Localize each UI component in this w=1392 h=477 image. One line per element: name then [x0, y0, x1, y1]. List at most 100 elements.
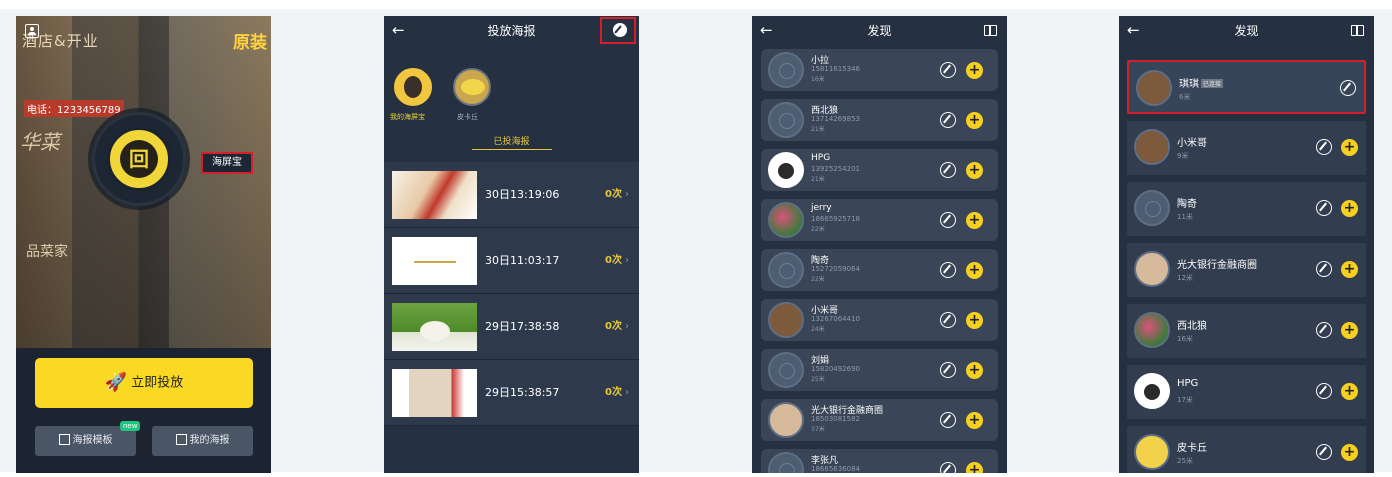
list-item[interactable]: 小米哥 13267064410 24米 +: [761, 299, 998, 341]
device-phone: 18665636084: [811, 465, 860, 473]
avatar-label-mine: 我的海屏宝: [390, 113, 425, 121]
list-item[interactable]: HPG 17米 +: [1127, 365, 1366, 419]
avatar: [1134, 434, 1170, 470]
avatar: [768, 52, 804, 88]
switch-icon[interactable]: [940, 362, 956, 378]
switch-icon[interactable]: [1316, 444, 1332, 460]
add-icon[interactable]: +: [1341, 261, 1358, 278]
list-item[interactable]: 陶奇 15272059064 22米 +: [761, 249, 998, 291]
chevron-right-icon: ›: [625, 387, 629, 398]
top-bar: ← 发现: [752, 16, 1007, 46]
add-icon[interactable]: +: [1341, 200, 1358, 217]
add-icon[interactable]: +: [1341, 322, 1358, 339]
list-item[interactable]: jerry 18665925718 22米 +: [761, 199, 998, 241]
add-icon[interactable]: +: [966, 462, 983, 473]
poster-thumbnail: [392, 171, 477, 219]
avatar: [768, 302, 804, 338]
add-icon[interactable]: +: [966, 412, 983, 429]
device-phone: 15820492690: [811, 365, 860, 373]
add-icon[interactable]: +: [966, 212, 983, 229]
device-name: 皮卡丘: [1177, 443, 1207, 454]
add-icon[interactable]: +: [966, 262, 983, 279]
list-item[interactable]: 30日11:03:17 0次 ›: [384, 228, 639, 294]
my-poster-button[interactable]: 我的海报: [152, 426, 253, 456]
device-distance: 16米: [811, 76, 825, 83]
list-item[interactable]: 29日15:38:57 0次 ›: [384, 360, 639, 426]
list-item[interactable]: 刘娟 15820492690 25米 +: [761, 349, 998, 391]
add-icon[interactable]: +: [1341, 383, 1358, 400]
device-list: 琪琪 已连接 6米 小米哥 9米 + 陶奇 11米 + 光大银行金融商圈 12米 + 西北狼 16…: [1127, 60, 1366, 473]
add-icon[interactable]: +: [966, 112, 983, 129]
device-name: 光大银行金融商圈: [1177, 260, 1257, 271]
switch-icon[interactable]: [940, 112, 956, 128]
avatar: [1134, 373, 1170, 409]
list-item[interactable]: 陶奇 11米 +: [1127, 182, 1366, 236]
phone-discover-screen-2: ← 发现 琪琪 已连接 6米 小米哥 9米 + 陶奇 11米 + 光大银行金融商圈 12米 + …: [1119, 16, 1374, 473]
cast-count-value: 0次: [605, 189, 622, 200]
chevron-right-icon: ›: [625, 255, 629, 266]
add-icon[interactable]: +: [966, 62, 983, 79]
phone-home-screen: 酒店&开业 原装 电话：1233456789 华菜 品菜家 回 海屏宝 🚀 立即投…: [16, 16, 271, 473]
add-icon[interactable]: +: [1341, 139, 1358, 156]
list-item[interactable]: 皮卡丘 25米 +: [1127, 426, 1366, 473]
switch-icon[interactable]: [940, 412, 956, 428]
device-phone: 18665925718: [811, 215, 860, 223]
list-item[interactable]: 小拉 15811615346 16米 +: [761, 49, 998, 91]
list-item[interactable]: HPG 13925254201 21米 +: [761, 149, 998, 191]
haipingbao-badge[interactable]: 回: [92, 112, 186, 206]
back-arrow-icon[interactable]: ←: [392, 16, 405, 44]
map-icon[interactable]: [1351, 25, 1364, 36]
add-icon[interactable]: +: [966, 362, 983, 379]
add-icon[interactable]: +: [966, 162, 983, 179]
list-item[interactable]: 李张凡 18665636084 +: [761, 449, 998, 473]
cast-time: 29日15:38:57: [485, 386, 560, 399]
add-icon[interactable]: +: [966, 312, 983, 329]
device-distance: 17米: [1177, 396, 1193, 404]
device-name: 小米哥: [1177, 138, 1207, 149]
list-item[interactable]: 光大银行金融商圈 18503081582 37米 +: [761, 399, 998, 441]
list-item[interactable]: 西北狼 16米 +: [1127, 304, 1366, 358]
switch-icon[interactable]: [1340, 80, 1356, 96]
device-name-text: 琪琪: [1179, 79, 1199, 90]
avatar: [768, 352, 804, 388]
device-distance: 21米: [811, 126, 825, 133]
switch-icon[interactable]: [1316, 322, 1332, 338]
phone-cast-poster-screen: ← 投放海报 我的海屏宝 皮卡丘 已投海报 30日13:19:06 0次 › 30日…: [384, 16, 639, 473]
device-phone: 13925254201: [811, 165, 860, 173]
avatar-pikachu[interactable]: [453, 68, 491, 106]
switch-icon[interactable]: [1316, 383, 1332, 399]
cast-now-button[interactable]: 🚀 立即投放: [35, 358, 253, 408]
list-item[interactable]: 西北狼 13714269853 21米 +: [761, 99, 998, 141]
switch-icon[interactable]: [1316, 200, 1332, 216]
device-phone: 15811615346: [811, 65, 860, 73]
list-item[interactable]: 光大银行金融商圈 12米 +: [1127, 243, 1366, 297]
user-icon[interactable]: [25, 24, 39, 38]
device-distance: 12米: [1177, 274, 1193, 282]
avatar-my-haipingbao[interactable]: [394, 68, 432, 106]
cast-count: 0次 ›: [605, 360, 629, 426]
poster-thumbnail: [392, 237, 477, 285]
switch-icon[interactable]: [940, 462, 956, 473]
list-item[interactable]: 30日13:19:06 0次 ›: [384, 162, 639, 228]
switch-icon[interactable]: [940, 262, 956, 278]
device-distance: 25米: [1177, 457, 1193, 465]
device-distance: 25米: [811, 376, 825, 383]
switch-icon[interactable]: [940, 312, 956, 328]
switch-icon[interactable]: [940, 162, 956, 178]
switch-icon[interactable]: [940, 212, 956, 228]
page-title: 发现: [1234, 24, 1259, 38]
list-item-selected[interactable]: 琪琪 已连接 6米: [1127, 60, 1366, 114]
back-arrow-icon[interactable]: ←: [760, 16, 773, 44]
page-title: 投放海报: [487, 24, 536, 38]
switch-icon[interactable]: [1316, 261, 1332, 277]
add-icon[interactable]: +: [1341, 444, 1358, 461]
map-icon[interactable]: [984, 25, 997, 36]
list-item[interactable]: 29日17:38:58 0次 ›: [384, 294, 639, 360]
list-item[interactable]: 小米哥 9米 +: [1127, 121, 1366, 175]
back-arrow-icon[interactable]: ←: [1127, 16, 1140, 44]
haipingbao-label[interactable]: 海屏宝: [201, 152, 253, 174]
avatar: [768, 252, 804, 288]
switch-icon[interactable]: [1316, 139, 1332, 155]
switch-icon[interactable]: [940, 62, 956, 78]
avatar: [1134, 129, 1170, 165]
